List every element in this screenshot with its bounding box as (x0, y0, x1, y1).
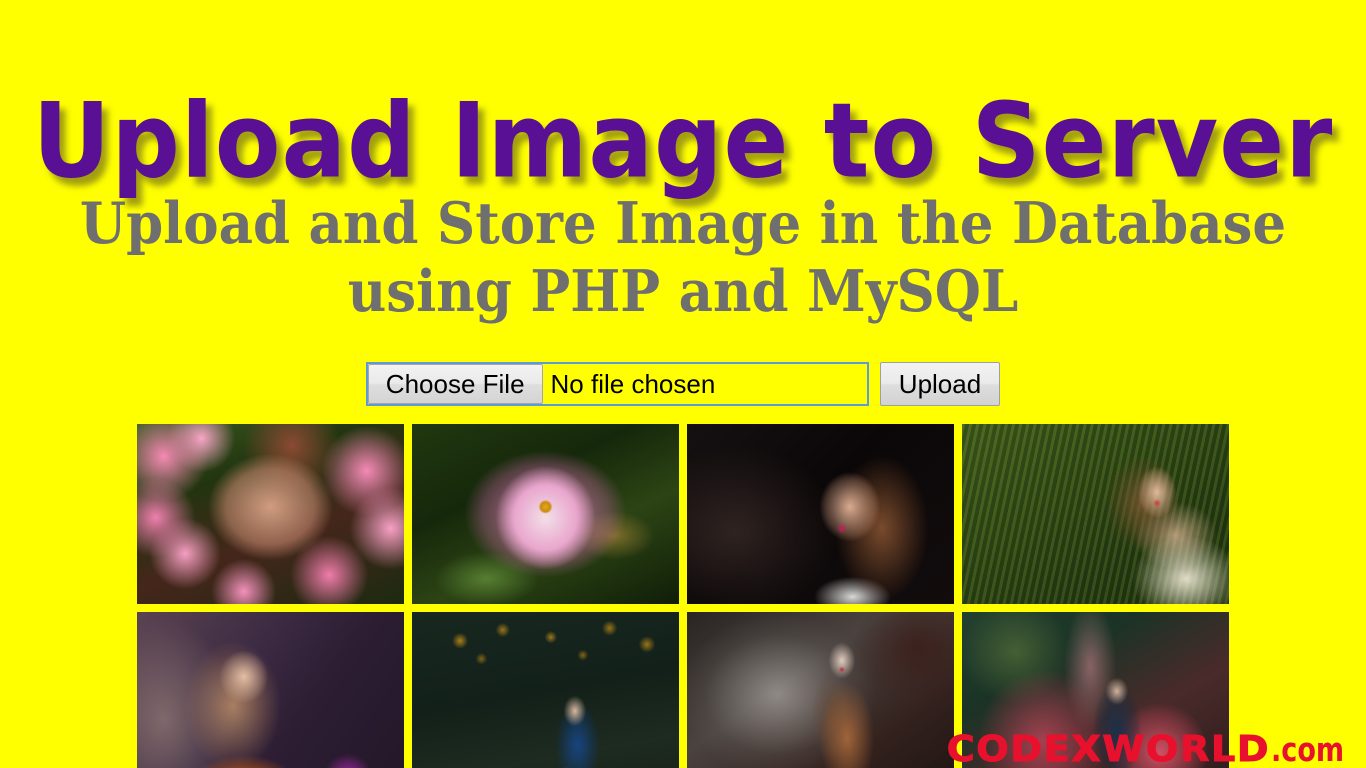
gallery-item[interactable] (412, 612, 679, 768)
gallery-photo-3 (687, 424, 954, 604)
subtitle-line-2: using PHP and MySQL (347, 258, 1019, 325)
gallery-photo-5 (137, 612, 404, 768)
gallery-item[interactable] (687, 612, 954, 768)
gallery-item[interactable] (137, 424, 404, 604)
page-title: Upload Image to Server (32, 81, 1334, 201)
page-root: Upload Image to Server Upload and Store … (0, 0, 1366, 768)
page-subtitle: Upload and Store Image in the Database u… (48, 190, 1318, 326)
selected-file-name: No file chosen (550, 368, 716, 399)
gallery-photo-1 (137, 424, 404, 604)
gallery-item[interactable] (412, 424, 679, 604)
upload-button[interactable]: Upload (879, 362, 1001, 406)
watermark-suffix-text: .com (1270, 730, 1344, 768)
gallery-photo-2 (412, 424, 679, 604)
gallery-item[interactable] (962, 612, 1229, 768)
gallery-item[interactable] (962, 424, 1229, 604)
gallery-photo-6 (412, 612, 679, 768)
subtitle-line-1: Upload and Store Image in the Database (79, 190, 1287, 257)
choose-file-button[interactable]: Choose File (367, 364, 543, 404)
image-gallery (137, 424, 1229, 768)
gallery-photo-8 (962, 612, 1229, 768)
gallery-item[interactable] (137, 612, 404, 768)
gallery-item[interactable] (687, 424, 954, 604)
gallery-photo-4 (962, 424, 1229, 604)
gallery-photo-7 (687, 612, 954, 768)
upload-form: Choose File No file chosen Upload (0, 362, 1366, 406)
file-input[interactable]: Choose File No file chosen (365, 362, 869, 406)
